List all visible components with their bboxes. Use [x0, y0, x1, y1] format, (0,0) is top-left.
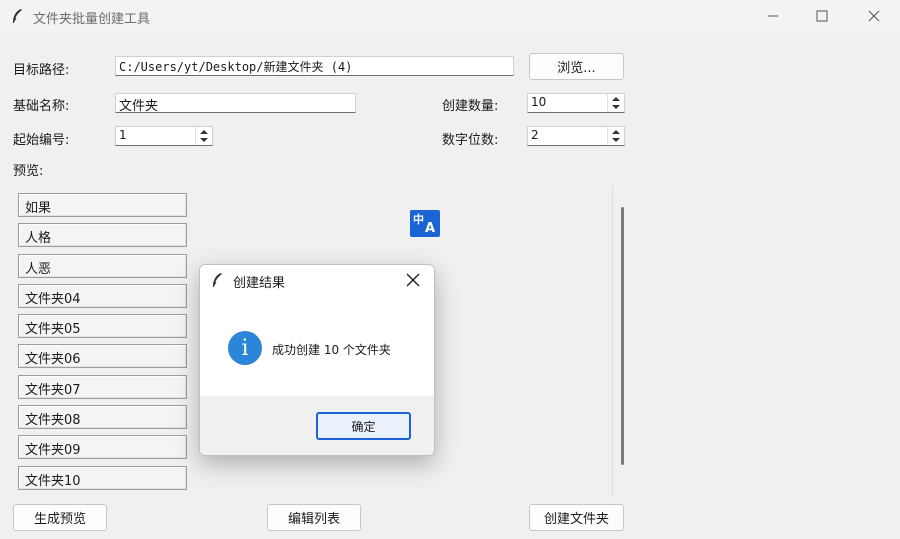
preview-item[interactable]: 文件夹10: [18, 466, 187, 490]
result-dialog: 创建结果 i 成功创建 10 个文件夹 确定: [199, 264, 435, 456]
translate-icon[interactable]: 中 A: [410, 210, 440, 237]
preview-divider: [612, 186, 613, 496]
info-icon: i: [228, 331, 262, 365]
preview-label: 预览:: [13, 164, 44, 179]
minimize-button[interactable]: [750, 0, 796, 32]
maximize-icon: [816, 10, 828, 22]
minimize-icon: [768, 15, 778, 17]
translate-glyph-top: 中: [413, 213, 424, 226]
preview-item[interactable]: 文件夹04: [18, 284, 187, 308]
base-name-input[interactable]: 文件夹: [115, 93, 356, 113]
window-title: 文件夹批量创建工具: [33, 12, 151, 27]
preview-item[interactable]: 如果: [18, 193, 187, 217]
start-number-value: 1: [119, 128, 127, 142]
spin-down-icon[interactable]: [612, 138, 620, 142]
maximize-button[interactable]: [799, 0, 845, 32]
close-button[interactable]: [851, 0, 897, 32]
feather-icon: [212, 273, 222, 288]
preview-scrollbar[interactable]: [621, 207, 624, 465]
feather-icon: [12, 9, 22, 24]
count-label: 创建数量:: [442, 99, 499, 114]
preview-item[interactable]: 人恶: [18, 254, 187, 278]
count-spin-arrows[interactable]: [607, 94, 624, 112]
generate-preview-button[interactable]: 生成预览: [13, 504, 107, 531]
spin-down-icon[interactable]: [612, 105, 620, 109]
digits-spin-arrows[interactable]: [607, 127, 624, 145]
preview-item[interactable]: 文件夹05: [18, 314, 187, 338]
browse-button[interactable]: 浏览...: [529, 53, 624, 80]
digits-spinbox[interactable]: 2: [527, 126, 625, 146]
preview-item[interactable]: 文件夹09: [18, 435, 187, 459]
create-folders-button[interactable]: 创建文件夹: [529, 504, 624, 531]
dialog-title: 创建结果: [233, 276, 286, 291]
spin-down-icon[interactable]: [200, 138, 208, 142]
preview-item[interactable]: 文件夹06: [18, 344, 187, 368]
spin-up-icon[interactable]: [612, 130, 620, 134]
start-spin-arrows[interactable]: [195, 127, 212, 145]
dialog-close-button[interactable]: [406, 273, 420, 287]
target-path-input[interactable]: C:/Users/yt/Desktop/新建文件夹 (4): [115, 56, 514, 76]
preview-item[interactable]: 文件夹07: [18, 375, 187, 399]
digits-label: 数字位数:: [442, 133, 499, 148]
edit-list-button[interactable]: 编辑列表: [267, 504, 361, 531]
spin-up-icon[interactable]: [612, 97, 620, 101]
translate-glyph-bottom: A: [425, 221, 436, 236]
ok-button[interactable]: 确定: [316, 412, 411, 440]
close-icon: [406, 273, 420, 287]
base-name-label: 基础名称:: [13, 99, 70, 114]
start-number-spinbox[interactable]: 1: [115, 126, 213, 146]
dialog-message: 成功创建 10 个文件夹: [272, 343, 391, 357]
count-spinbox[interactable]: 10: [527, 93, 625, 113]
preview-item[interactable]: 文件夹08: [18, 405, 187, 429]
close-icon: [868, 10, 880, 22]
count-value: 10: [531, 95, 547, 109]
target-path-label: 目标路径:: [13, 63, 70, 78]
digits-value: 2: [531, 128, 539, 142]
spin-up-icon[interactable]: [200, 130, 208, 134]
start-number-label: 起始编号:: [13, 133, 70, 148]
preview-item[interactable]: 人格: [18, 223, 187, 247]
